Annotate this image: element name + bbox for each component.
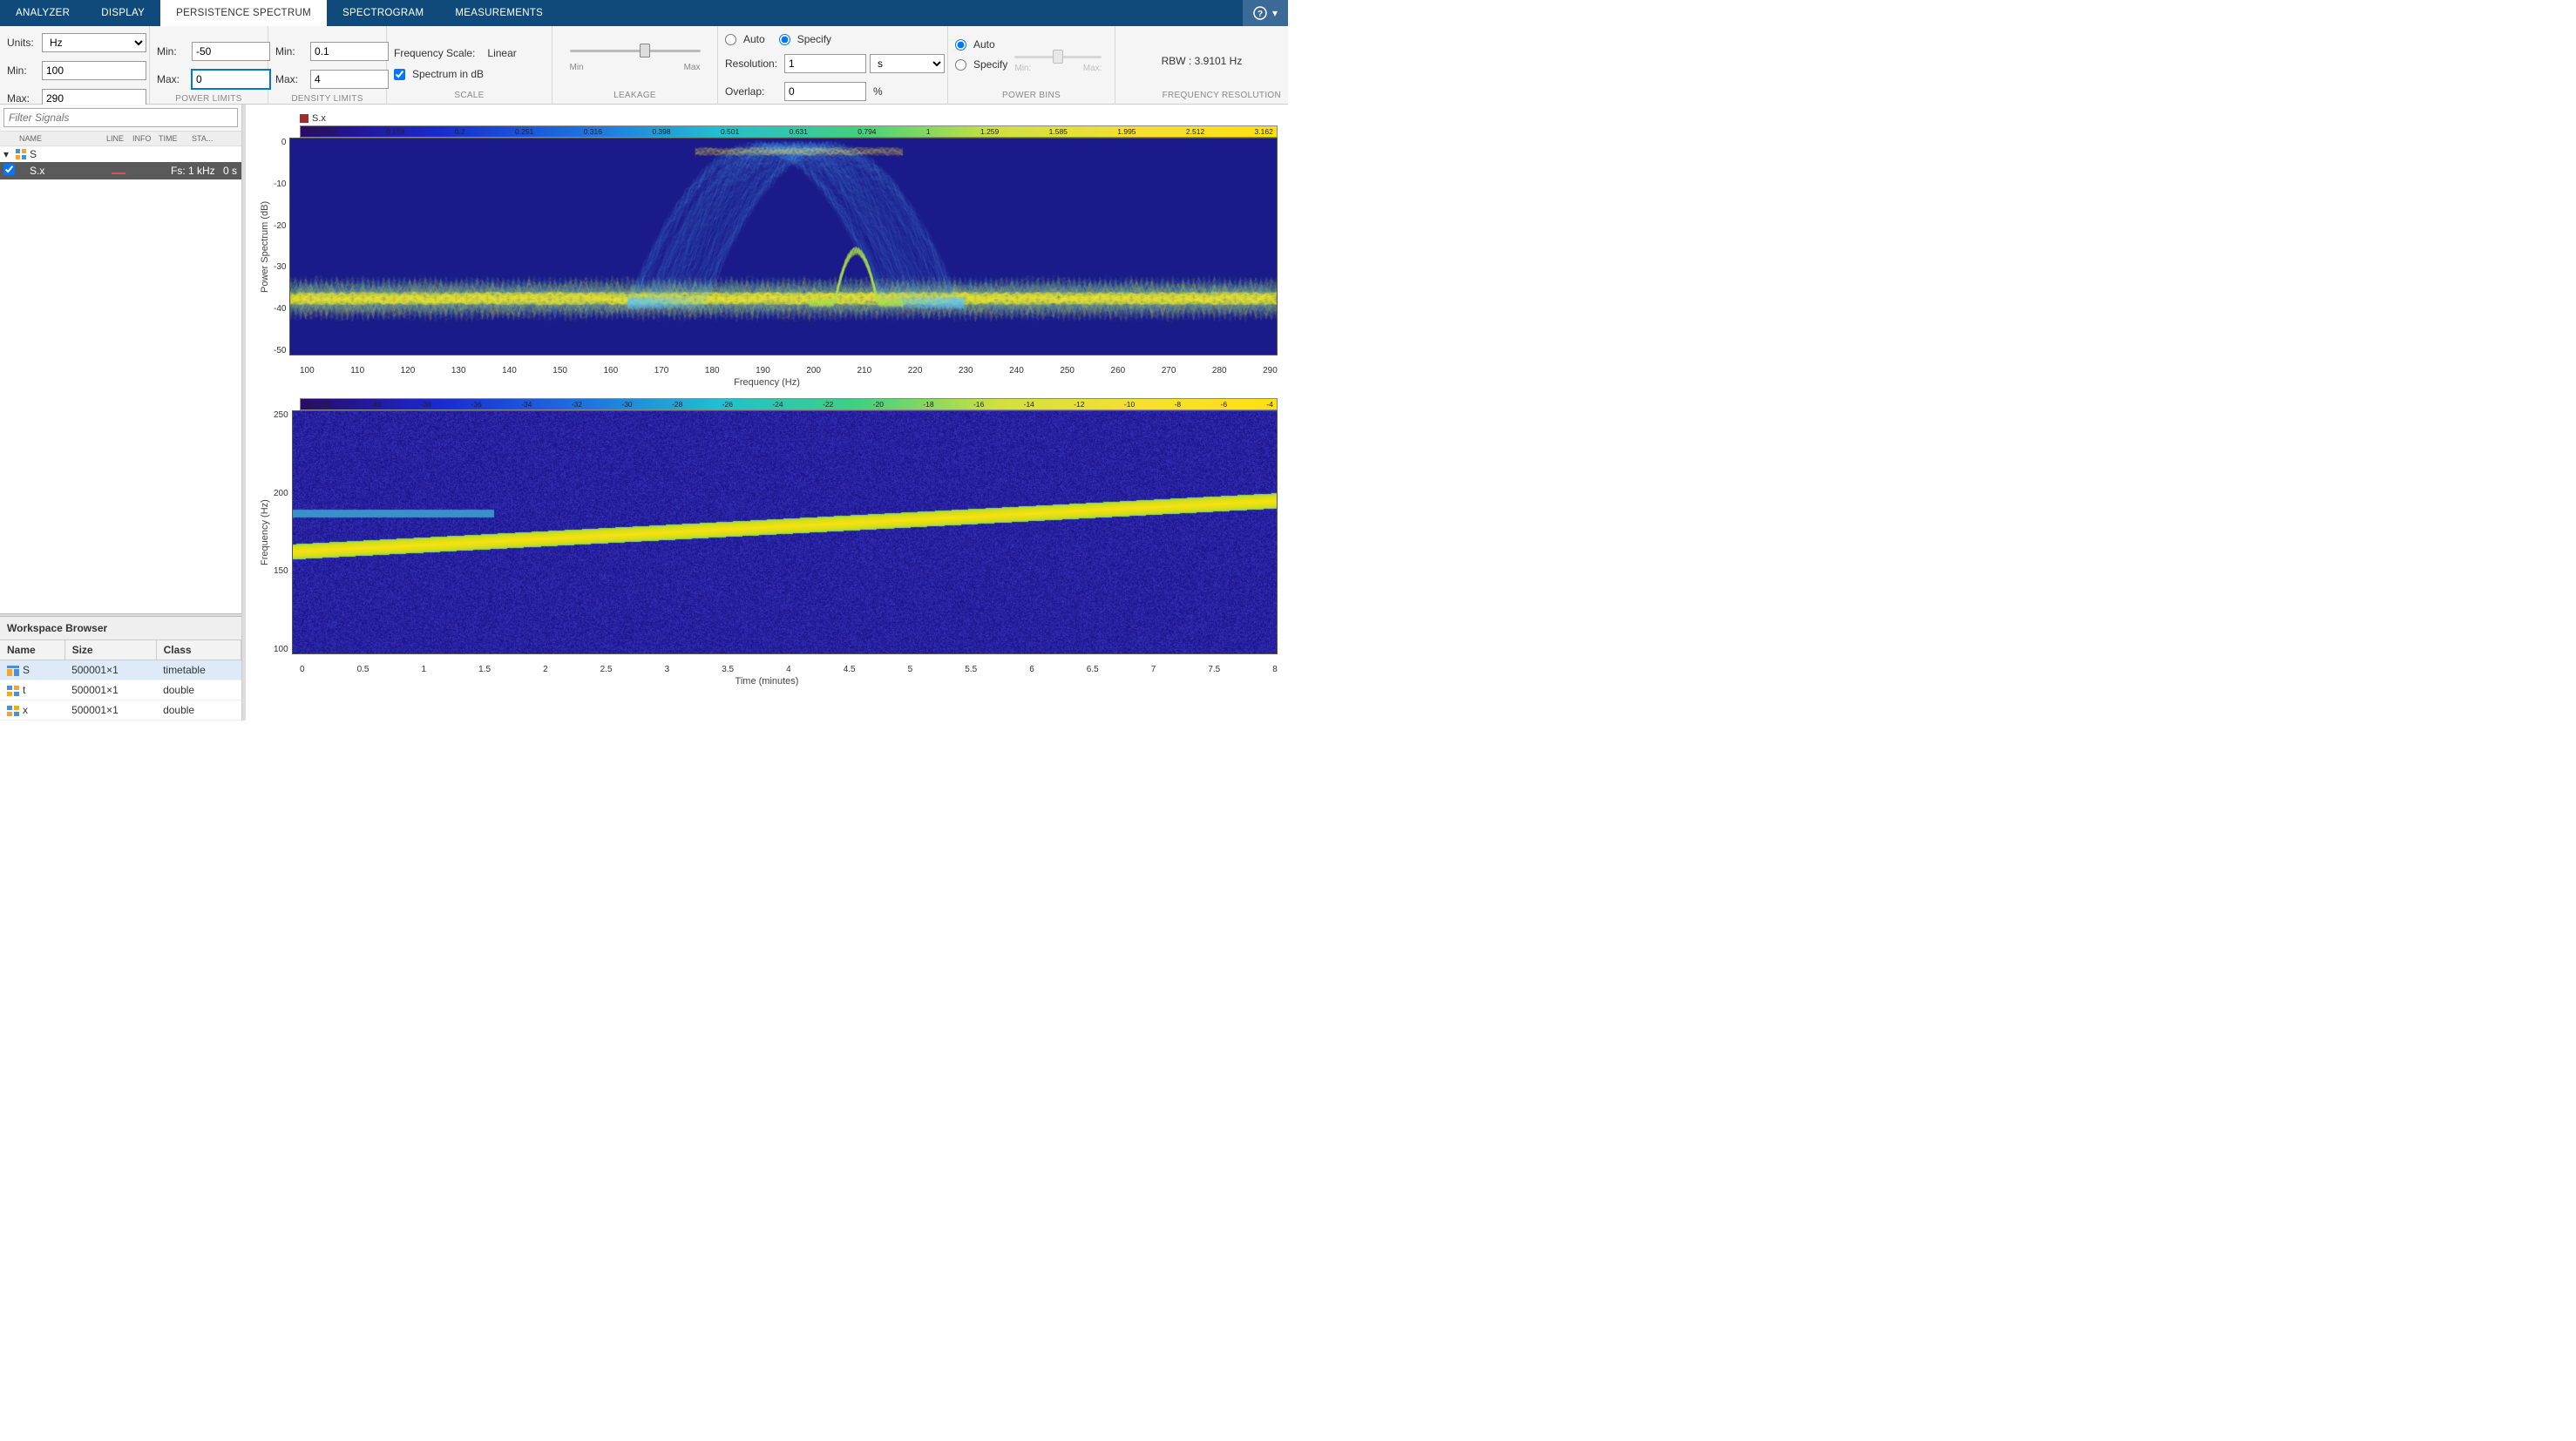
col-name[interactable]: NAME [16, 134, 103, 143]
timeres-auto-radio[interactable] [725, 34, 736, 45]
spectrum-db-label: Spectrum in dB [412, 68, 484, 80]
units-label: Units: [7, 37, 38, 49]
scale-title: SCALE [394, 89, 545, 104]
ws-row[interactable]: S500001×1timetable [0, 660, 241, 680]
col-info[interactable]: INFO [129, 134, 155, 143]
resolution-label: Resolution: [725, 58, 781, 70]
overlap-unit: % [873, 85, 883, 98]
pow-max-label: Max: [157, 73, 188, 85]
signal-fs: Fs: 1 kHz [171, 165, 220, 177]
spectrogram-ylabel: Frequency (Hz) [256, 410, 274, 654]
ws-row[interactable]: t500001×1double [0, 680, 241, 700]
dropdown-icon: ▾ [1272, 7, 1278, 19]
grid-icon [16, 149, 26, 159]
rbw-value: RBW : 3.9101 Hz [1162, 55, 1243, 67]
workspace-browser-title: Workspace Browser [0, 617, 241, 640]
powerbins-slider [1014, 56, 1102, 58]
den-min-label: Min: [275, 45, 307, 58]
freq-max-label: Max: [7, 92, 38, 105]
signal-name: S.x [21, 165, 108, 177]
signal-item-row[interactable]: S.x Fs: 1 kHz 0 s [0, 162, 241, 179]
signal-t: 0 s [223, 165, 237, 177]
pow-min-label: Min: [157, 45, 188, 58]
freq-min-label: Min: [7, 64, 38, 77]
legend-swatch [300, 114, 308, 123]
col-line[interactable]: LINE [103, 134, 129, 143]
signal-group-name: S [30, 148, 37, 160]
signal-checkbox[interactable] [3, 164, 15, 175]
tab-spectrogram[interactable]: SPECTROGRAM [327, 0, 439, 26]
units-select[interactable]: Hz [42, 33, 146, 52]
spectrogram-xlabel: Time (minutes) [256, 676, 1278, 687]
ws-col-name[interactable]: Name [0, 640, 64, 660]
persistence-plot[interactable] [289, 138, 1278, 355]
spectrogram-yticks: 250200150100 [274, 410, 292, 654]
legend: S.x [300, 113, 1278, 124]
toolstrip-tabs: ANALYZER DISPLAY PERSISTENCE SPECTRUM SP… [0, 0, 1288, 26]
overlap-label: Overlap: [725, 85, 781, 98]
spectrogram-plot[interactable] [292, 410, 1278, 654]
leakage-slider[interactable] [570, 50, 701, 52]
tab-display[interactable]: DISPLAY [85, 0, 160, 26]
ws-row[interactable]: x500001×1double [0, 700, 241, 720]
leakage-title: LEAKAGE [559, 89, 710, 104]
freq-scale-label: Frequency Scale: [394, 47, 475, 59]
workspace-table: Name Size Class S500001×1timetablet50000… [0, 640, 241, 720]
overlap-input[interactable] [784, 82, 866, 101]
powerbins-specify-label: Specify [973, 58, 1007, 71]
left-panel: NAME LINE INFO TIME STA... ▾ S S.x Fs: 1… [0, 105, 242, 720]
slider-thumb[interactable] [640, 44, 650, 58]
leakage-min: Min [570, 63, 584, 72]
resolution-unit-select[interactable]: s [870, 54, 945, 73]
ribbon: Units: Hz Min: Max: FREQUENCY LIMITS Min… [0, 26, 1288, 105]
den-max-label: Max: [275, 73, 307, 85]
timeres-specify-radio[interactable] [779, 34, 790, 45]
persistence-colorbar: 0.126 (%)0.1580.20.2510.3160.3980.5010.6… [300, 125, 1278, 138]
signal-group-row[interactable]: ▾ S [0, 146, 241, 162]
persistence-xticks: 1001101201301401501601701801902002102202… [300, 364, 1278, 375]
powerbins-min: Min: [1014, 64, 1031, 73]
pow-min-input[interactable] [192, 42, 270, 61]
col-time[interactable]: TIME [155, 134, 188, 143]
filter-signals-input[interactable] [3, 108, 238, 127]
powerbins-specify-radio[interactable] [955, 59, 966, 71]
tab-persistence-spectrum[interactable]: PERSISTENCE SPECTRUM [160, 0, 327, 26]
persistence-ylabel: Power Spectrum (dB) [256, 138, 274, 355]
spectrogram-colorbar: -42 (dB)-40-38-36-34-32-30-28-26-24-22-2… [300, 398, 1278, 410]
den-max-input[interactable] [310, 70, 389, 89]
persistence-xlabel: Frequency (Hz) [256, 377, 1278, 388]
signals-header: NAME LINE INFO TIME STA... [0, 131, 241, 146]
freq-scale-value[interactable]: Linear [487, 47, 516, 59]
persistence-yticks: 0-10-20-30-40-50 [274, 138, 289, 355]
den-min-input[interactable] [310, 42, 389, 61]
powerbins-auto-label: Auto [973, 38, 995, 51]
tab-analyzer[interactable]: ANALYZER [0, 0, 85, 26]
svg-text:?: ? [1257, 10, 1263, 19]
timeres-specify-label: Specify [797, 33, 831, 45]
legend-label: S.x [312, 113, 326, 124]
slider-thumb [1053, 50, 1063, 64]
resolution-input[interactable] [784, 54, 866, 73]
powerbins-title: POWER BINS [955, 89, 1108, 104]
spectrogram-xticks: 00.511.522.533.544.555.566.577.58 [300, 663, 1278, 674]
plot-area: S.x 0.126 (%)0.1580.20.2510.3160.3980.50… [246, 105, 1288, 720]
freq-min-input[interactable] [42, 61, 146, 80]
pow-max-input[interactable] [192, 70, 270, 89]
timeres-auto-label: Auto [743, 33, 765, 45]
powerbins-auto-radio[interactable] [955, 39, 966, 51]
leakage-max: Max [684, 63, 701, 72]
ws-col-class[interactable]: Class [156, 640, 241, 660]
freqres-title: FREQUENCY RESOLUTION [1122, 89, 1281, 104]
ws-col-size[interactable]: Size [64, 640, 156, 660]
help-icon: ? [1253, 6, 1267, 20]
spectrum-db-checkbox[interactable] [394, 69, 405, 80]
line-color-icon [112, 173, 125, 174]
help-button[interactable]: ? ▾ [1243, 0, 1288, 26]
collapse-icon[interactable]: ▾ [3, 148, 12, 160]
tab-measurements[interactable]: MEASUREMENTS [439, 0, 559, 26]
col-stat[interactable]: STA... [188, 134, 216, 143]
powerbins-max: Max: [1083, 64, 1102, 73]
